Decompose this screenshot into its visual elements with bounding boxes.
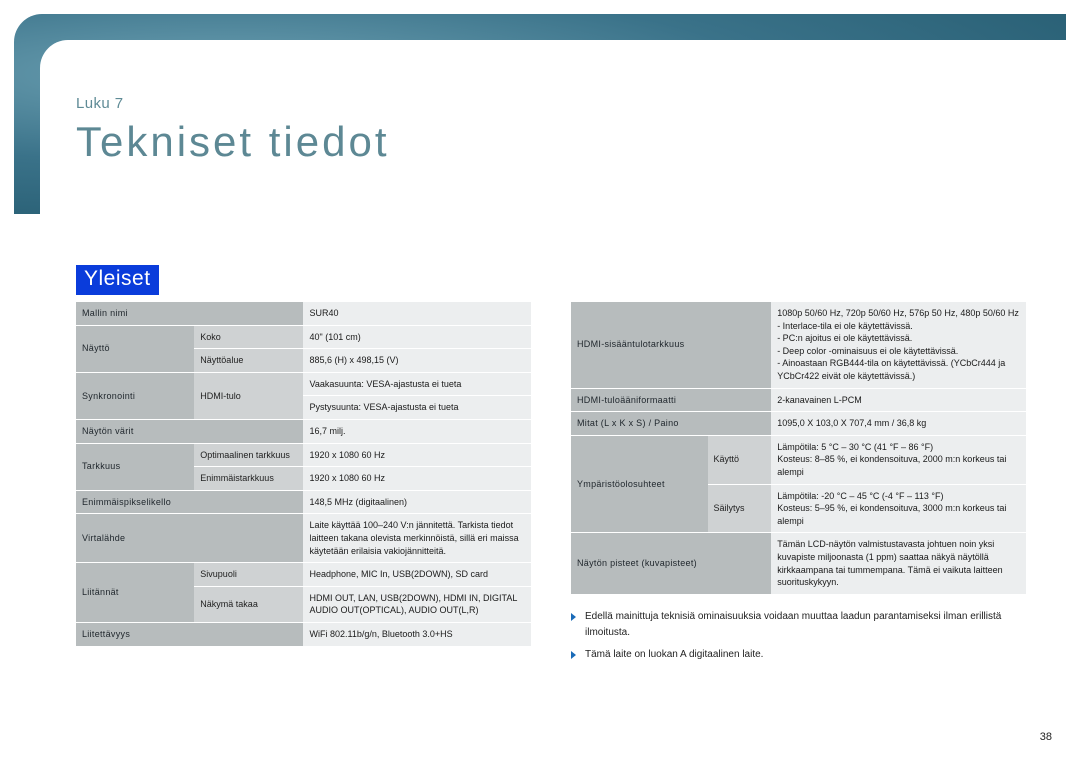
page-number: 38	[1040, 731, 1052, 743]
spec-cell: WiFi 802.11b/g/n, Bluetooth 3.0+HS	[303, 622, 531, 646]
spec-cell: Pystysuunta: VESA-ajastusta ei tueta	[303, 396, 531, 420]
spec-cell: HDMI-tuloääniformaatti	[571, 388, 771, 412]
section-heading: Yleiset	[76, 265, 159, 295]
spec-cell: Tarkkuus	[76, 443, 194, 490]
spec-cell: Mallin nimi	[76, 302, 303, 325]
spec-cell: Lämpötila: -20 °C – 45 °C (-4 °F – 113 °…	[771, 484, 1026, 533]
spec-cell: Virtalähde	[76, 514, 303, 563]
spec-cell: Näyttöalue	[194, 349, 303, 373]
spec-cell: SUR40	[303, 302, 531, 325]
spec-cell: Sivupuoli	[194, 563, 303, 587]
spec-cell: 1095,0 X 103,0 X 707,4 mm / 36,8 kg	[771, 412, 1026, 436]
spec-cell: Näytön värit	[76, 419, 303, 443]
spec-cell: Näyttö	[76, 325, 194, 372]
footnote-item: Tämä laite on luokan A digitaalinen lait…	[571, 647, 1026, 663]
spec-cell: Käyttö	[708, 435, 772, 484]
spec-cell: 1920 x 1080 60 Hz	[303, 467, 531, 491]
spec-cell: 16,7 milj.	[303, 419, 531, 443]
spec-table-right: HDMI-sisääntulotarkkuus1080p 50/60 Hz, 7…	[571, 302, 1026, 595]
spec-cell: Liitettävyys	[76, 622, 303, 646]
spec-cell: 40" (101 cm)	[303, 325, 531, 349]
spec-cell: 1080p 50/60 Hz, 720p 50/60 Hz, 576p 50 H…	[771, 302, 1026, 388]
spec-cell: Optimaalinen tarkkuus	[194, 443, 303, 467]
spec-cell: Tämän LCD-näytön valmistustavasta johtue…	[771, 533, 1026, 594]
spec-cell: Lämpötila: 5 °C – 30 °C (41 °F – 86 °F)K…	[771, 435, 1026, 484]
spec-cell: Vaakasuunta: VESA-ajastusta ei tueta	[303, 372, 531, 396]
spec-cell: Enimmäistarkkuus	[194, 467, 303, 491]
spec-cell: 148,5 MHz (digitaalinen)	[303, 490, 531, 514]
spec-cell: HDMI-tulo	[194, 372, 303, 419]
spec-cell: Enimmäispikselikello	[76, 490, 303, 514]
spec-cell: Ympäristöolosuhteet	[571, 435, 708, 533]
spec-cell: Säilytys	[708, 484, 772, 533]
spec-cell: Mitat (L x K x S) / Paino	[571, 412, 771, 436]
footnotes: Edellä mainittuja teknisiä ominaisuuksia…	[571, 609, 1026, 663]
spec-cell: 885,6 (H) x 498,15 (V)	[303, 349, 531, 373]
spec-cell: HDMI-sisääntulotarkkuus	[571, 302, 771, 388]
spec-cell: Synkronointi	[76, 372, 194, 419]
spec-cell: Liitännät	[76, 563, 194, 623]
footnote-item: Edellä mainittuja teknisiä ominaisuuksia…	[571, 609, 1026, 641]
spec-cell: Headphone, MIC In, USB(2DOWN), SD card	[303, 563, 531, 587]
spec-cell: 2-kanavainen L-PCM	[771, 388, 1026, 412]
chapter-label: Luku 7	[76, 95, 123, 112]
page-title: Tekniset tiedot	[76, 118, 390, 166]
spec-cell: 1920 x 1080 60 Hz	[303, 443, 531, 467]
spec-cell: Koko	[194, 325, 303, 349]
spec-cell: Näkymä takaa	[194, 586, 303, 622]
spec-table-left: Mallin nimiSUR40NäyttöKoko40" (101 cm)Nä…	[76, 302, 531, 647]
spec-cell: HDMI OUT, LAN, USB(2DOWN), HDMI IN, DIGI…	[303, 586, 531, 622]
spec-cell: Laite käyttää 100–240 V:n jännitettä. Ta…	[303, 514, 531, 563]
spec-cell: Näytön pisteet (kuvapisteet)	[571, 533, 771, 594]
